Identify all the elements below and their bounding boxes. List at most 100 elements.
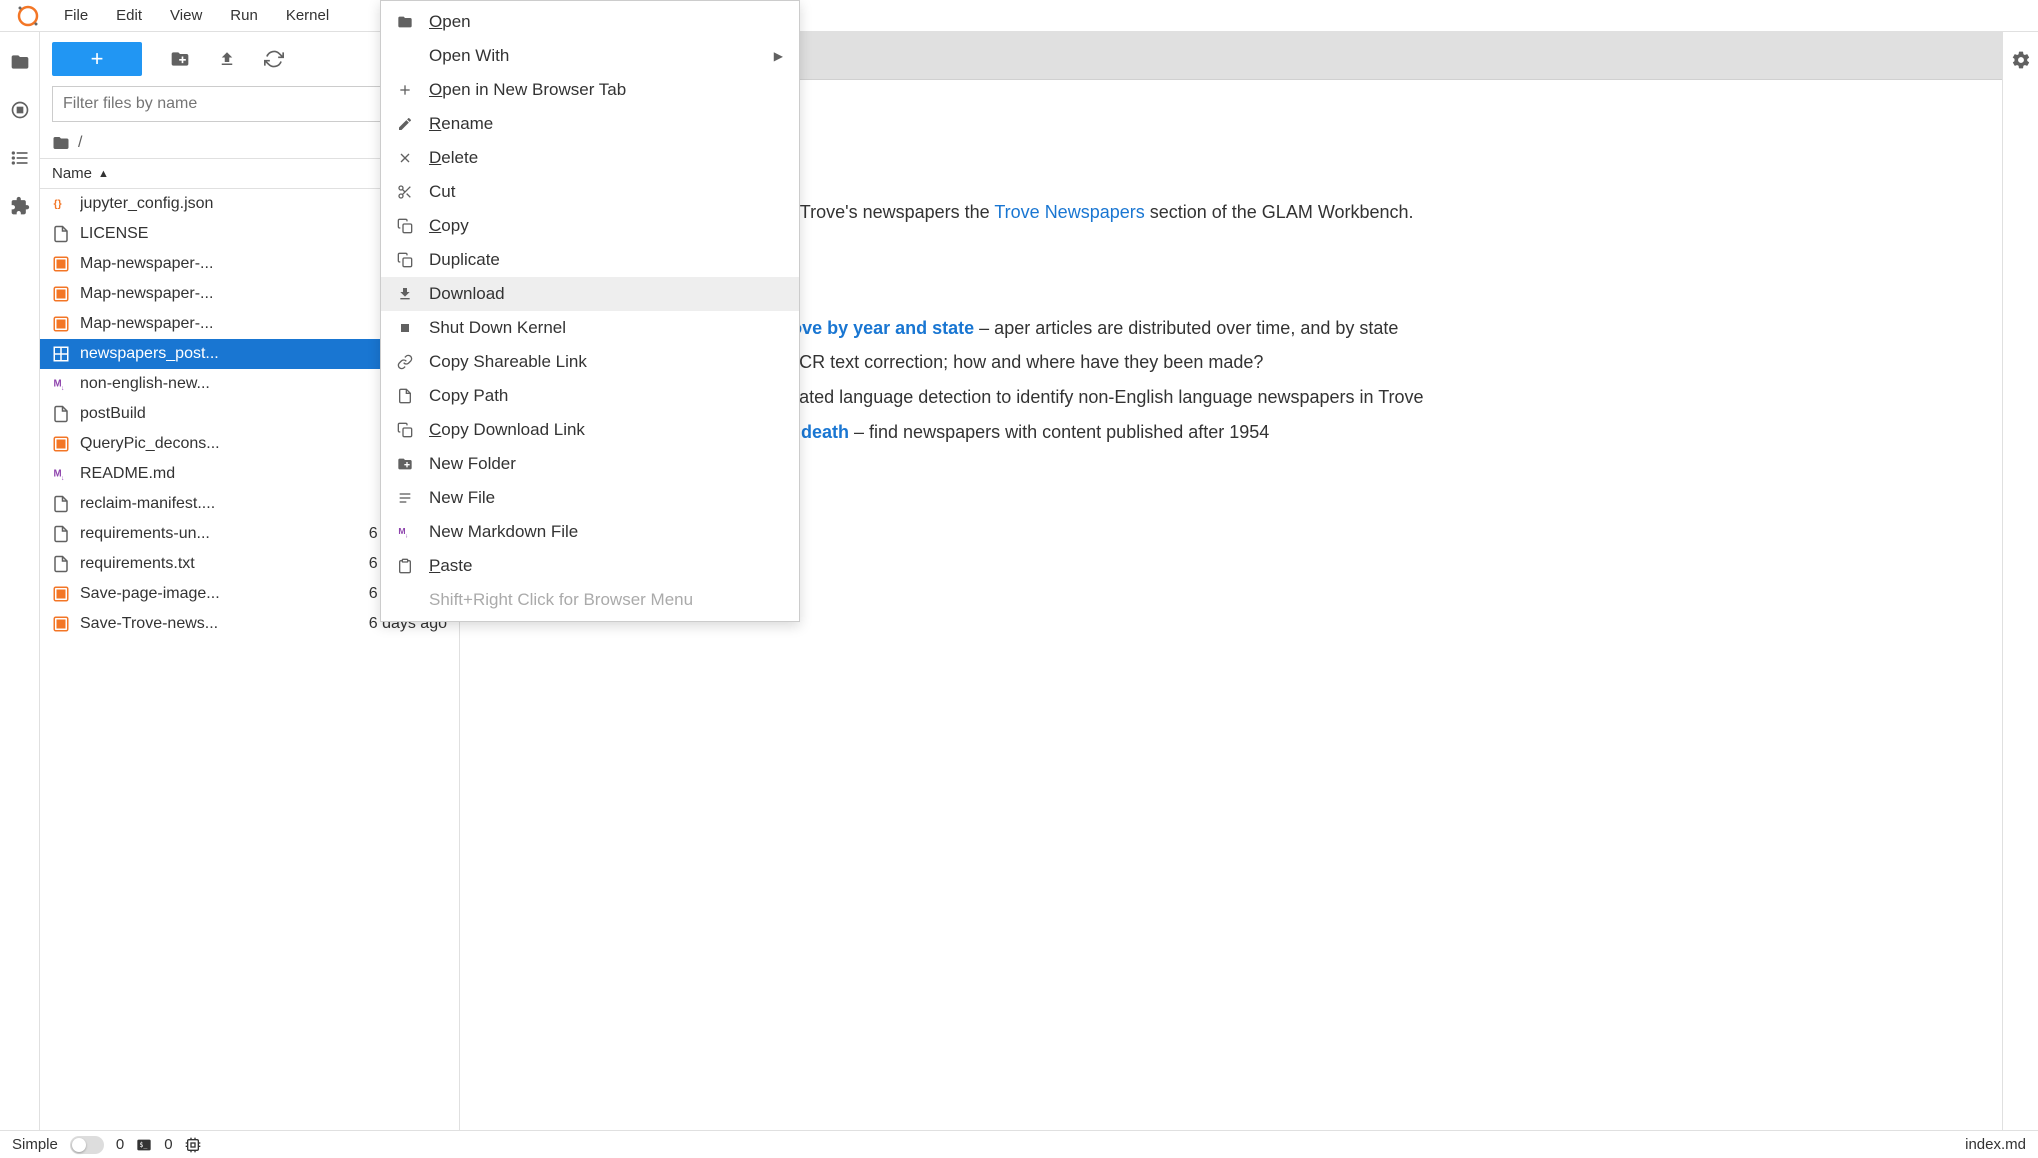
- menu-item-label: Copy Path: [429, 386, 783, 406]
- file-name: reclaim-manifest....: [80, 495, 307, 513]
- svg-text:↓: ↓: [61, 475, 64, 482]
- simple-mode-label: Simple: [12, 1136, 58, 1153]
- file-type-icon: M↓: [52, 375, 72, 393]
- menubar: File Edit View Run Kernel: [0, 0, 2038, 32]
- menu-file[interactable]: File: [52, 3, 100, 28]
- menu-item-icon: [397, 82, 415, 98]
- context-menu-item[interactable]: Cut: [381, 175, 799, 209]
- menu-item-label: Copy Shareable Link: [429, 352, 783, 372]
- breadcrumb-root[interactable]: /: [78, 134, 82, 152]
- new-folder-icon[interactable]: [170, 49, 190, 69]
- activity-bar: [0, 32, 40, 1130]
- context-menu-item[interactable]: Copy Shareable Link: [381, 345, 799, 379]
- toc-icon[interactable]: [10, 148, 30, 168]
- file-type-icon: [52, 405, 72, 423]
- menu-item-label: Download: [429, 284, 783, 304]
- context-menu-item[interactable]: Delete: [381, 141, 799, 175]
- context-menu-item[interactable]: Open in New Browser Tab: [381, 73, 799, 107]
- file-type-icon: [52, 435, 72, 453]
- file-type-icon: [52, 495, 72, 513]
- file-name: requirements-un...: [80, 525, 307, 543]
- context-menu: Open Open With▶Open in New Browser Tab Ren…: [380, 0, 800, 622]
- terminal-icon: $_: [136, 1137, 152, 1153]
- menu-item-icon: [397, 184, 415, 200]
- file-name: Save-page-image...: [80, 585, 307, 603]
- column-name[interactable]: Name ▲: [52, 165, 297, 182]
- file-type-icon: [52, 615, 72, 633]
- menu-view[interactable]: View: [158, 3, 214, 28]
- file-type-icon: [52, 315, 72, 333]
- context-menu-item[interactable]: Open With▶: [381, 39, 799, 73]
- context-menu-item[interactable]: New Folder: [381, 447, 799, 481]
- menu-item-label: Delete: [429, 148, 783, 168]
- file-name: newspapers_post...: [80, 345, 307, 363]
- menu-item-icon: [397, 490, 415, 506]
- context-menu-item[interactable]: Duplicate: [381, 243, 799, 277]
- file-name: postBuild: [80, 405, 307, 423]
- submenu-arrow-icon: ▶: [774, 49, 783, 63]
- kernel-icon: [185, 1137, 201, 1153]
- menu-item-icon: [397, 388, 415, 404]
- folder-icon[interactable]: [10, 52, 30, 72]
- menu-item-icon: [397, 252, 415, 268]
- menu-item-label: Duplicate: [429, 250, 783, 270]
- context-menu-item[interactable]: M↓ New Markdown File: [381, 515, 799, 549]
- menu-item-label: Cut: [429, 182, 783, 202]
- file-name: QueryPic_decons...: [80, 435, 307, 453]
- menu-item-icon: [397, 456, 415, 472]
- context-menu-item[interactable]: Shut Down Kernel: [381, 311, 799, 345]
- simple-mode-toggle[interactable]: [70, 1136, 104, 1154]
- svg-text:↓: ↓: [61, 385, 64, 392]
- svg-text:$_: $_: [140, 1141, 148, 1149]
- menu-item-icon: [397, 116, 415, 132]
- menu-item-label: Open: [429, 12, 783, 32]
- context-menu-item[interactable]: Copy Download Link: [381, 413, 799, 447]
- menu-item-icon: [397, 218, 415, 234]
- menu-kernel[interactable]: Kernel: [274, 3, 341, 28]
- svg-text:{}: {}: [54, 198, 62, 210]
- context-menu-item[interactable]: Paste: [381, 549, 799, 583]
- file-type-icon: [52, 345, 72, 363]
- new-launcher-button[interactable]: +: [52, 42, 142, 76]
- file-type-icon: [52, 555, 72, 573]
- file-name: Save-Trove-news...: [80, 615, 307, 633]
- refresh-icon[interactable]: [264, 49, 284, 69]
- svg-text:↓: ↓: [405, 533, 408, 539]
- context-menu-item[interactable]: New File: [381, 481, 799, 515]
- kernels-count[interactable]: 0: [164, 1136, 172, 1153]
- menu-item-icon: [397, 354, 415, 370]
- file-type-icon: M↓: [52, 465, 72, 483]
- current-file-label[interactable]: index.md: [1965, 1136, 2026, 1153]
- menu-item-icon: M↓: [397, 524, 415, 540]
- menu-item-icon: [397, 422, 415, 438]
- menu-run[interactable]: Run: [218, 3, 270, 28]
- menu-item-label: Paste: [429, 556, 783, 576]
- file-name: requirements.txt: [80, 555, 307, 573]
- jupyter-logo-icon: [16, 4, 40, 28]
- context-menu-item[interactable]: Copy Path: [381, 379, 799, 413]
- menu-item-label: Rename: [429, 114, 783, 134]
- context-menu-item[interactable]: Download: [381, 277, 799, 311]
- menu-item-label: Copy Download Link: [429, 420, 783, 440]
- property-inspector-icon[interactable]: [2011, 50, 2031, 70]
- context-menu-item[interactable]: Open: [381, 5, 799, 39]
- upload-icon[interactable]: [218, 50, 236, 68]
- file-type-icon: [52, 255, 72, 273]
- menu-item-label: New Markdown File: [429, 522, 783, 542]
- file-type-icon: [52, 525, 72, 543]
- context-menu-item[interactable]: Rename: [381, 107, 799, 141]
- menu-item-label: New File: [429, 488, 783, 508]
- file-type-icon: [52, 285, 72, 303]
- menu-item-label: Shut Down Kernel: [429, 318, 783, 338]
- menu-edit[interactable]: Edit: [104, 3, 154, 28]
- trove-newspapers-link[interactable]: Trove Newspapers: [994, 202, 1144, 222]
- file-name: LICENSE: [80, 225, 307, 243]
- running-icon[interactable]: [10, 100, 30, 120]
- terminals-count[interactable]: 0: [116, 1136, 124, 1153]
- extension-icon[interactable]: [10, 196, 30, 216]
- file-type-icon: {}: [52, 195, 72, 213]
- context-menu-item[interactable]: Copy: [381, 209, 799, 243]
- right-sidebar: [2002, 32, 2038, 1130]
- menu-item-icon: [397, 286, 415, 302]
- menu-item-label: Shift+Right Click for Browser Menu: [429, 590, 783, 610]
